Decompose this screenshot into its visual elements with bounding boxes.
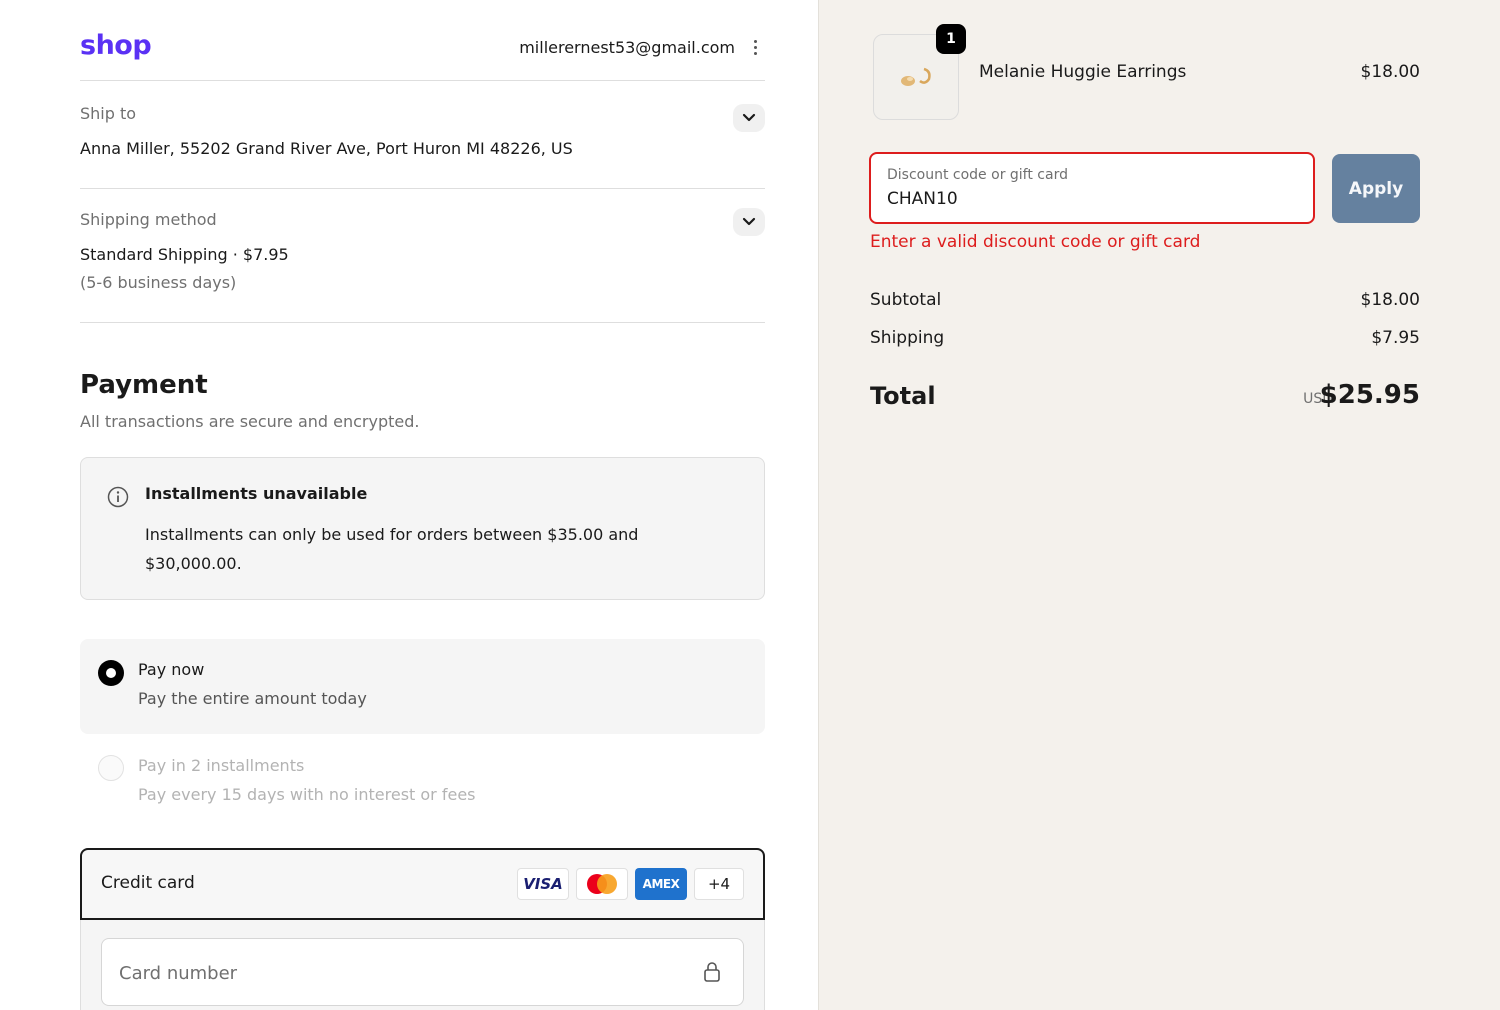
shipping-method-section: Shipping method Standard Shipping · $7.9…: [80, 208, 765, 310]
pay-now-sub: Pay the entire amount today: [138, 689, 367, 708]
chevron-down-icon: [742, 217, 756, 226]
pay-installments-sub: Pay every 15 days with no interest or fe…: [138, 785, 476, 804]
pay-now-radio[interactable]: [98, 660, 124, 686]
card-number-placeholder: Card number: [119, 963, 238, 984]
pay-installments-option[interactable]: Pay in 2 installments Pay every 15 days …: [80, 746, 765, 816]
mastercard-logo: [576, 868, 628, 900]
more-brands-badge: +4: [694, 868, 744, 900]
credit-card-form: Card number: [80, 920, 765, 1010]
info-icon: [107, 486, 129, 508]
product-name: Melanie Huggie Earrings: [979, 62, 1187, 82]
discount-code-input[interactable]: Discount code or gift card CHAN10: [869, 152, 1315, 224]
notice-title: Installments unavailable: [145, 484, 368, 503]
quantity-badge: 1: [936, 24, 966, 54]
shop-logo[interactable]: shop: [80, 30, 152, 61]
chevron-down-icon: [742, 113, 756, 122]
shipping-method-sub: (5-6 business days): [80, 273, 237, 292]
ship-to-toggle[interactable]: [733, 104, 765, 132]
installments-notice: Installments unavailable Installments ca…: [80, 457, 765, 600]
divider: [80, 188, 765, 189]
notice-body: Installments can only be used for orders…: [145, 525, 639, 573]
ship-to-section: Ship to Anna Miller, 55202 Grand River A…: [80, 104, 765, 174]
divider: [80, 322, 765, 323]
total-value: $25.95: [1319, 380, 1420, 410]
payment-subtitle: All transactions are secure and encrypte…: [80, 412, 420, 431]
pay-installments-radio[interactable]: [98, 755, 124, 781]
shipping-value: $7.95: [1371, 328, 1420, 348]
shipping-method-toggle[interactable]: [733, 208, 765, 236]
discount-error: Enter a valid discount code or gift card: [870, 232, 1201, 252]
discount-label: Discount code or gift card: [887, 167, 1068, 183]
subtotal-label: Subtotal: [870, 290, 942, 310]
pay-now-title: Pay now: [138, 660, 205, 679]
account-email: millerernest53@gmail.com: [519, 38, 735, 57]
checkout-header: shop millerernest53@gmail.com: [80, 28, 765, 81]
card-number-input[interactable]: Card number: [101, 938, 744, 1006]
total-label: Total: [870, 382, 936, 410]
shipping-method-label: Shipping method: [80, 210, 217, 229]
subtotal-value: $18.00: [1360, 290, 1420, 310]
ship-to-value: Anna Miller, 55202 Grand River Ave, Port…: [80, 139, 573, 158]
pay-installments-title: Pay in 2 installments: [138, 756, 305, 775]
discount-value: CHAN10: [887, 189, 958, 209]
apply-button[interactable]: Apply: [1332, 154, 1420, 223]
kebab-icon[interactable]: [745, 34, 765, 60]
shipping-method-value: Standard Shipping · $7.95: [80, 245, 289, 264]
ship-to-label: Ship to: [80, 104, 137, 123]
shipping-label: Shipping: [870, 328, 945, 348]
payment-title: Payment: [80, 370, 208, 400]
amex-logo: AMEX: [635, 868, 687, 900]
checkout-main: shop millerernest53@gmail.com Ship to An…: [0, 0, 818, 1010]
visa-logo: VISA: [517, 868, 569, 900]
credit-card-option[interactable]: Credit card VISA AMEX +4: [80, 848, 765, 920]
credit-card-label: Credit card: [101, 873, 195, 893]
lock-icon: [704, 962, 720, 982]
product-price: $18.00: [1360, 62, 1420, 82]
pay-now-option[interactable]: Pay now Pay the entire amount today: [80, 639, 765, 734]
